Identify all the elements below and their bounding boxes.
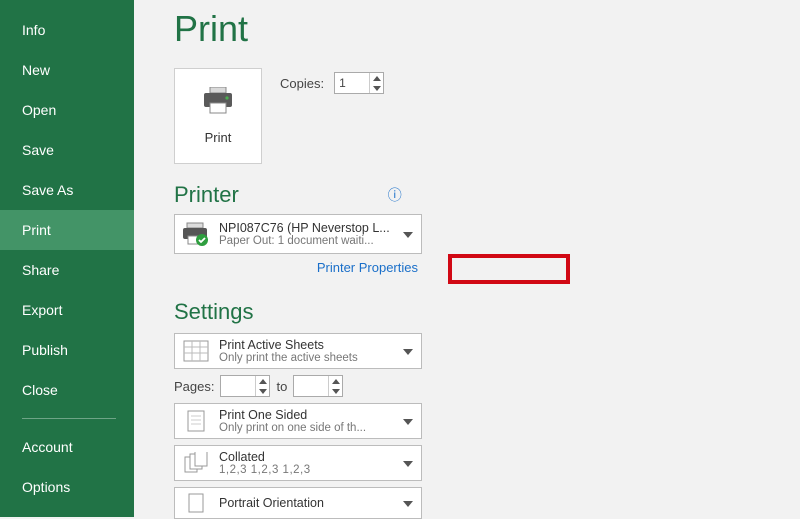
pages-to-label: to — [276, 379, 287, 394]
pages-to-stepper[interactable] — [293, 375, 343, 397]
chevron-down-icon — [401, 494, 415, 512]
print-what-line2: Only print the active sheets — [219, 352, 393, 364]
sidebar-divider — [22, 418, 116, 419]
sidebar-item-options[interactable]: Options — [0, 467, 134, 507]
sidebar-item-publish[interactable]: Publish — [0, 330, 134, 370]
copies-stepper[interactable]: 1 — [334, 72, 384, 94]
sheets-icon — [181, 340, 211, 362]
print-what-dropdown[interactable]: Print Active Sheets Only print the activ… — [174, 333, 422, 369]
pages-label: Pages: — [174, 379, 214, 394]
collated-dropdown[interactable]: Collated 1,2,3 1,2,3 1,2,3 — [174, 445, 422, 481]
sided-line2: Only print on one side of th... — [219, 422, 393, 434]
pages-to-down-icon[interactable] — [329, 386, 342, 396]
copies-down-icon[interactable] — [370, 83, 383, 93]
printer-name: NPI087C76 (HP Neverstop L... — [219, 221, 393, 235]
collated-icon — [181, 452, 211, 474]
sidebar-item-save-as[interactable]: Save As — [0, 170, 134, 210]
printer-status-icon — [181, 221, 211, 247]
sidebar-item-save[interactable]: Save — [0, 130, 134, 170]
info-icon[interactable]: ⓘ — [388, 185, 402, 205]
pages-from-up-icon[interactable] — [256, 376, 269, 386]
copies-value[interactable]: 1 — [335, 73, 369, 93]
sidebar-item-export[interactable]: Export — [0, 290, 134, 330]
page-icon — [181, 409, 211, 433]
orientation-line1: Portrait Orientation — [219, 496, 393, 510]
print-button-label: Print — [205, 130, 232, 145]
pages-to-value[interactable] — [294, 376, 328, 396]
sidebar-item-share[interactable]: Share — [0, 250, 134, 290]
pages-from-down-icon[interactable] — [256, 386, 269, 396]
sided-line1: Print One Sided — [219, 408, 393, 422]
chevron-down-icon — [401, 225, 415, 243]
collated-line2: 1,2,3 1,2,3 1,2,3 — [219, 464, 393, 476]
print-what-line1: Print Active Sheets — [219, 338, 393, 352]
printer-icon — [200, 87, 236, 120]
sidebar-item-account[interactable]: Account — [0, 427, 134, 467]
sidebar-item-new[interactable]: New — [0, 50, 134, 90]
sidebar-item-open[interactable]: Open — [0, 90, 134, 130]
sidebar-item-info[interactable]: Info — [0, 10, 134, 50]
printer-section-title: Printer — [174, 182, 239, 208]
print-button[interactable]: Print — [174, 68, 262, 164]
chevron-down-icon — [401, 454, 415, 472]
printer-dropdown[interactable]: NPI087C76 (HP Neverstop L... Paper Out: … — [174, 214, 422, 254]
chevron-down-icon — [401, 412, 415, 430]
sidebar-item-print[interactable]: Print — [0, 210, 134, 250]
copies-label: Copies: — [280, 76, 324, 91]
orientation-dropdown[interactable]: Portrait Orientation — [174, 487, 422, 519]
copies-up-icon[interactable] — [370, 73, 383, 83]
pages-from-stepper[interactable] — [220, 375, 270, 397]
portrait-icon — [181, 492, 211, 514]
printer-properties-link[interactable]: Printer Properties — [313, 254, 422, 281]
chevron-down-icon — [401, 342, 415, 360]
annotation-highlight — [448, 254, 570, 284]
sidebar-item-close[interactable]: Close — [0, 370, 134, 410]
settings-section-title: Settings — [174, 299, 800, 325]
backstage-sidebar: Info New Open Save Save As Print Share E… — [0, 0, 134, 517]
printer-status: Paper Out: 1 document waiti... — [219, 235, 393, 247]
collated-line1: Collated — [219, 450, 393, 464]
pages-from-value[interactable] — [221, 376, 255, 396]
page-title: Print — [174, 8, 800, 50]
pages-to-up-icon[interactable] — [329, 376, 342, 386]
sided-dropdown[interactable]: Print One Sided Only print on one side o… — [174, 403, 422, 439]
backstage-main: Print Print Copies: 1 — [134, 0, 800, 517]
